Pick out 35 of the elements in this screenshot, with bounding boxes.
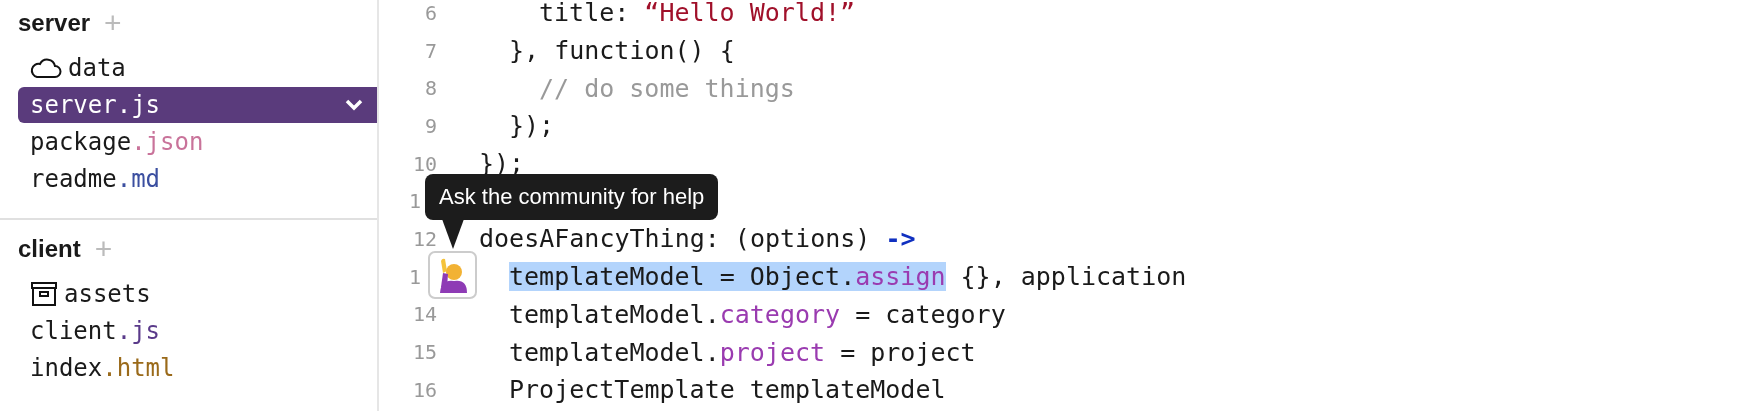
- line-number: 8: [423, 76, 437, 101]
- folder-heading: server: [18, 9, 91, 37]
- code-line: }, function() {: [509, 36, 735, 66]
- file-item[interactable]: package.json: [18, 124, 377, 160]
- line-number: 1: [408, 264, 423, 289]
- tooltip: Ask the community for help: [425, 174, 719, 220]
- code-line: templateModel.project = project: [509, 337, 976, 367]
- file-item[interactable]: server.js: [18, 87, 377, 123]
- file-item[interactable]: data: [18, 50, 377, 86]
- code-line: doesAFancyThing: (options) ->: [479, 224, 916, 254]
- folder-heading: client: [18, 235, 81, 263]
- chevron-down-icon[interactable]: [345, 99, 363, 111]
- line-number: 15: [411, 340, 437, 365]
- code-line: templateModel.category = category: [509, 299, 1006, 329]
- file-item[interactable]: readme.md: [18, 161, 377, 197]
- line-number: 1: [408, 189, 423, 214]
- line-number: 7: [423, 38, 437, 63]
- code-line: });: [509, 111, 555, 141]
- file-item[interactable]: client.js: [18, 313, 377, 349]
- archive-box-icon: [30, 281, 58, 307]
- line-number: 14: [411, 302, 437, 327]
- line-number: 6: [423, 0, 437, 25]
- cloud-icon: [30, 57, 62, 79]
- code-line: // do some things: [539, 73, 795, 103]
- tooltip-arrow-icon: [442, 219, 464, 249]
- file-item[interactable]: assets: [18, 276, 377, 312]
- line-number: 16: [411, 377, 437, 402]
- code-line: templateModel = Object.assign {}, application: [509, 262, 1187, 292]
- code-line: ProjectTemplate templateModel: [509, 375, 946, 405]
- file-item[interactable]: index.html: [18, 350, 377, 386]
- line-number: 9: [423, 113, 437, 138]
- code-line: title: “Hello World!”: [539, 0, 856, 28]
- line-number: 10: [411, 151, 437, 176]
- help-button[interactable]: [428, 251, 477, 299]
- line-number: 12: [411, 226, 437, 251]
